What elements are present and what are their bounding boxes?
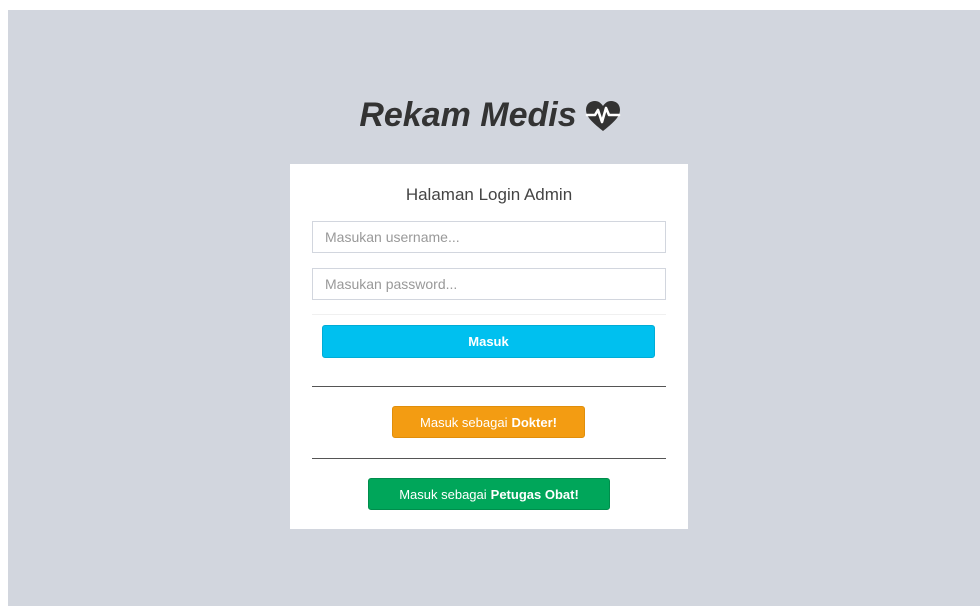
divider — [312, 458, 666, 459]
login-box-title: Halaman Login Admin — [405, 185, 573, 204]
petugas-button-prefix: Masuk sebagai — [399, 486, 487, 502]
dokter-button-role: Dokter! — [511, 414, 557, 430]
login-as-dokter-button[interactable]: Masuk sebagai Dokter! — [392, 406, 585, 438]
login-button[interactable]: Masuk — [322, 325, 655, 358]
divider — [312, 386, 666, 387]
app-logo: Rekam Medis — [0, 96, 980, 135]
password-input[interactable] — [312, 268, 666, 300]
login-box: Halaman Login Admin Masuk Masuk sebagai … — [290, 164, 688, 529]
petugas-button-role: Petugas Obat! — [490, 486, 579, 502]
heartbeat-icon — [585, 100, 620, 131]
login-button-label: Masuk — [468, 334, 509, 349]
form-separator — [312, 314, 666, 315]
app-title: Rekam Medis — [359, 96, 577, 134]
dokter-button-prefix: Masuk sebagai — [420, 414, 508, 430]
username-input[interactable] — [312, 221, 666, 253]
login-as-petugas-obat-button[interactable]: Masuk sebagai Petugas Obat! — [368, 478, 610, 510]
